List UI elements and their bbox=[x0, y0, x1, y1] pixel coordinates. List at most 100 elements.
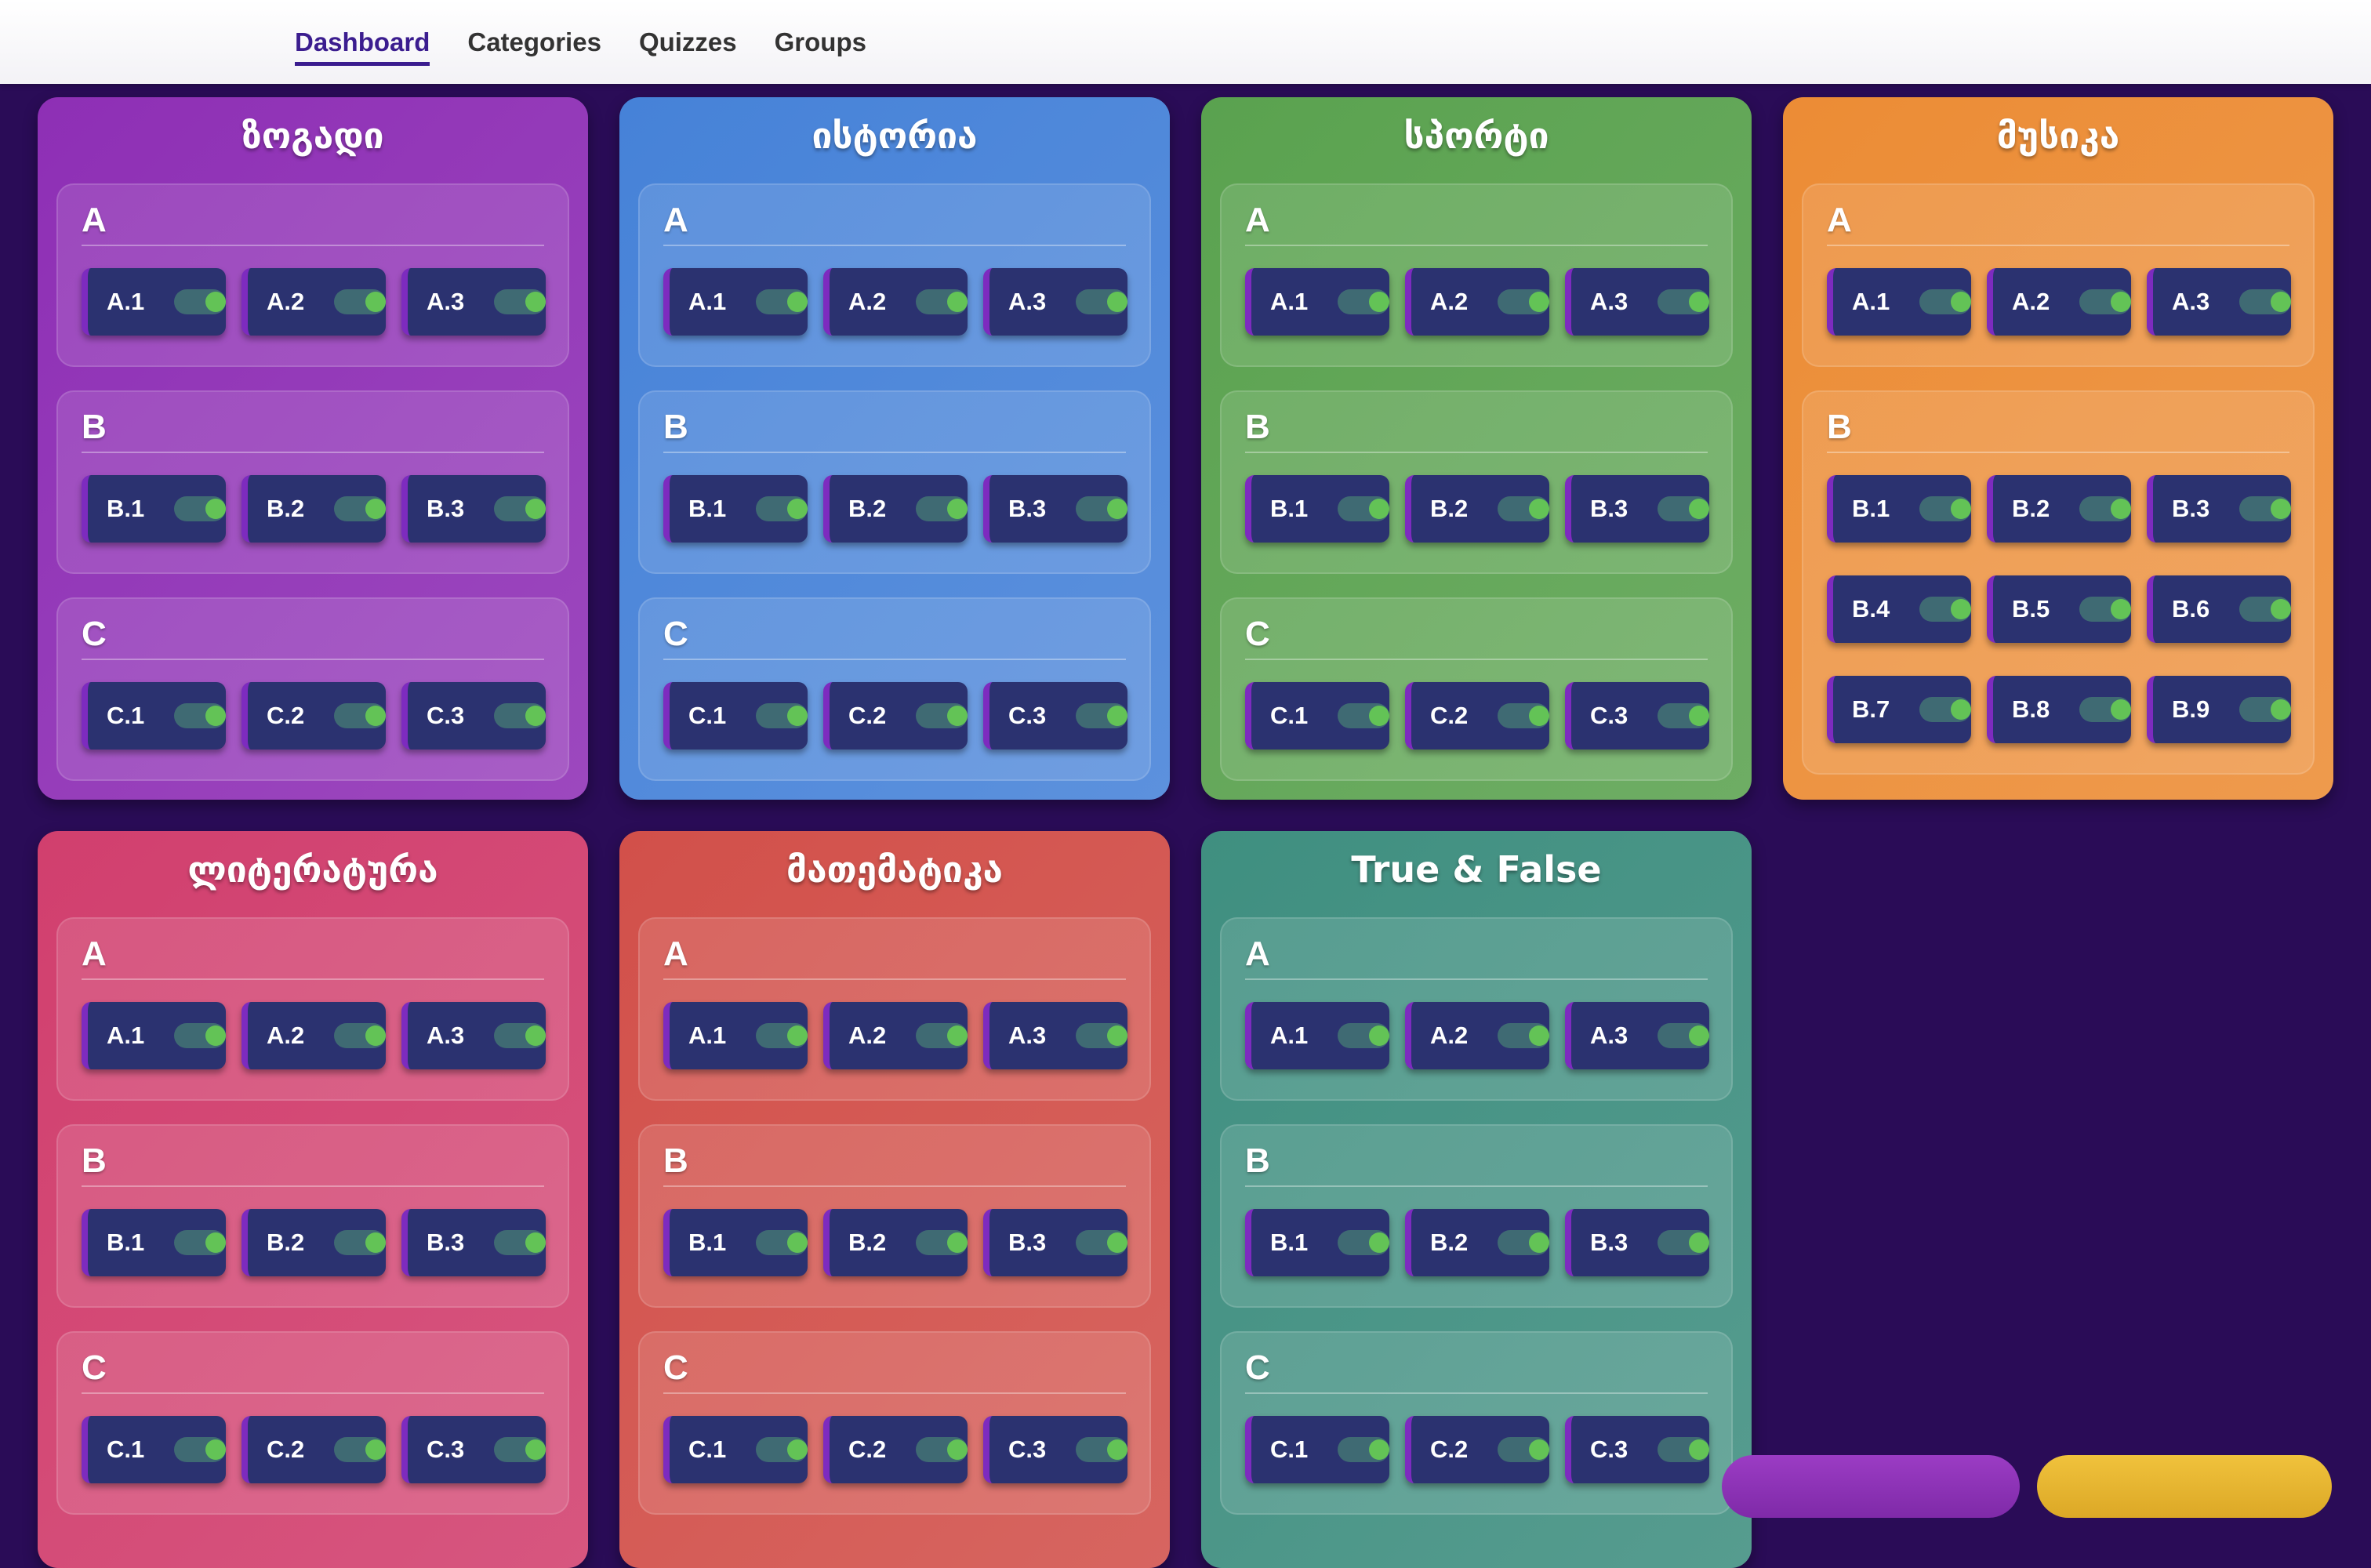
quiz-chip[interactable]: C.1 bbox=[1245, 682, 1389, 750]
enabled-toggle[interactable] bbox=[494, 703, 546, 728]
quiz-chip[interactable]: B.1 bbox=[1827, 475, 1971, 543]
quiz-chip[interactable]: B.1 bbox=[1245, 475, 1389, 543]
enabled-toggle[interactable] bbox=[174, 703, 226, 728]
quiz-chip[interactable]: B.3 bbox=[1565, 1209, 1709, 1276]
quiz-chip[interactable]: B.3 bbox=[401, 1209, 546, 1276]
quiz-chip[interactable]: A.2 bbox=[241, 268, 386, 336]
quiz-chip[interactable]: A.3 bbox=[983, 268, 1127, 336]
tab-categories[interactable]: Categories bbox=[467, 0, 601, 84]
enabled-toggle[interactable] bbox=[1658, 289, 1709, 314]
enabled-toggle[interactable] bbox=[1338, 496, 1389, 521]
quiz-chip[interactable]: A.3 bbox=[1565, 1002, 1709, 1069]
enabled-toggle[interactable] bbox=[1658, 703, 1709, 728]
enabled-toggle[interactable] bbox=[1338, 703, 1389, 728]
enabled-toggle[interactable] bbox=[756, 703, 808, 728]
quiz-chip[interactable]: C.1 bbox=[1245, 1416, 1389, 1483]
enabled-toggle[interactable] bbox=[916, 703, 968, 728]
yellow-fab-button[interactable] bbox=[2037, 1455, 2332, 1518]
enabled-toggle[interactable] bbox=[1076, 703, 1127, 728]
enabled-toggle[interactable] bbox=[174, 1437, 226, 1462]
quiz-chip[interactable]: B.4 bbox=[1827, 575, 1971, 643]
quiz-chip[interactable]: C.1 bbox=[663, 1416, 808, 1483]
purple-fab-button[interactable] bbox=[1722, 1455, 2020, 1518]
enabled-toggle[interactable] bbox=[1076, 289, 1127, 314]
enabled-toggle[interactable] bbox=[2079, 597, 2131, 622]
quiz-chip[interactable]: A.3 bbox=[401, 268, 546, 336]
enabled-toggle[interactable] bbox=[1498, 1023, 1549, 1048]
enabled-toggle[interactable] bbox=[2079, 697, 2131, 722]
enabled-toggle[interactable] bbox=[916, 289, 968, 314]
enabled-toggle[interactable] bbox=[494, 289, 546, 314]
enabled-toggle[interactable] bbox=[1919, 597, 1971, 622]
quiz-chip[interactable]: C.1 bbox=[82, 1416, 226, 1483]
quiz-chip[interactable]: B.3 bbox=[983, 475, 1127, 543]
quiz-chip[interactable]: C.3 bbox=[1565, 682, 1709, 750]
enabled-toggle[interactable] bbox=[2079, 496, 2131, 521]
quiz-chip[interactable]: B.2 bbox=[823, 475, 968, 543]
quiz-chip[interactable]: A.1 bbox=[82, 1002, 226, 1069]
quiz-chip[interactable]: A.2 bbox=[1405, 1002, 1549, 1069]
quiz-chip[interactable]: B.6 bbox=[2147, 575, 2291, 643]
enabled-toggle[interactable] bbox=[756, 1023, 808, 1048]
quiz-chip[interactable]: A.2 bbox=[823, 1002, 968, 1069]
enabled-toggle[interactable] bbox=[1338, 1437, 1389, 1462]
enabled-toggle[interactable] bbox=[1076, 496, 1127, 521]
quiz-chip[interactable]: A.2 bbox=[1987, 268, 2131, 336]
quiz-chip[interactable]: A.2 bbox=[1405, 268, 1549, 336]
enabled-toggle[interactable] bbox=[334, 496, 386, 521]
quiz-chip[interactable]: B.3 bbox=[2147, 475, 2291, 543]
quiz-chip[interactable]: A.2 bbox=[823, 268, 968, 336]
quiz-chip[interactable]: C.3 bbox=[401, 682, 546, 750]
quiz-chip[interactable]: A.1 bbox=[1245, 268, 1389, 336]
enabled-toggle[interactable] bbox=[494, 1437, 546, 1462]
quiz-chip[interactable]: C.2 bbox=[1405, 1416, 1549, 1483]
enabled-toggle[interactable] bbox=[334, 1230, 386, 1255]
quiz-chip[interactable]: B.2 bbox=[1405, 1209, 1549, 1276]
tab-quizzes[interactable]: Quizzes bbox=[639, 0, 737, 84]
enabled-toggle[interactable] bbox=[1076, 1437, 1127, 1462]
quiz-chip[interactable]: B.8 bbox=[1987, 676, 2131, 743]
quiz-chip[interactable]: B.3 bbox=[401, 475, 546, 543]
enabled-toggle[interactable] bbox=[1498, 496, 1549, 521]
enabled-toggle[interactable] bbox=[174, 289, 226, 314]
quiz-chip[interactable]: B.5 bbox=[1987, 575, 2131, 643]
enabled-toggle[interactable] bbox=[756, 1437, 808, 1462]
enabled-toggle[interactable] bbox=[2239, 697, 2291, 722]
quiz-chip[interactable]: B.1 bbox=[82, 1209, 226, 1276]
quiz-chip[interactable]: A.3 bbox=[2147, 268, 2291, 336]
tab-dashboard[interactable]: Dashboard bbox=[295, 0, 430, 84]
enabled-toggle[interactable] bbox=[1498, 1437, 1549, 1462]
quiz-chip[interactable]: B.2 bbox=[241, 475, 386, 543]
quiz-chip[interactable]: A.1 bbox=[1827, 268, 1971, 336]
enabled-toggle[interactable] bbox=[494, 1023, 546, 1048]
quiz-chip[interactable]: A.3 bbox=[983, 1002, 1127, 1069]
quiz-chip[interactable]: C.2 bbox=[241, 682, 386, 750]
enabled-toggle[interactable] bbox=[1658, 1437, 1709, 1462]
enabled-toggle[interactable] bbox=[1658, 1023, 1709, 1048]
quiz-chip[interactable]: B.1 bbox=[1245, 1209, 1389, 1276]
enabled-toggle[interactable] bbox=[2239, 289, 2291, 314]
enabled-toggle[interactable] bbox=[1498, 1230, 1549, 1255]
quiz-chip[interactable]: A.1 bbox=[663, 1002, 808, 1069]
quiz-chip[interactable]: A.3 bbox=[401, 1002, 546, 1069]
quiz-chip[interactable]: C.2 bbox=[241, 1416, 386, 1483]
quiz-chip[interactable]: B.2 bbox=[1987, 475, 2131, 543]
enabled-toggle[interactable] bbox=[1498, 703, 1549, 728]
quiz-chip[interactable]: A.2 bbox=[241, 1002, 386, 1069]
quiz-chip[interactable]: C.3 bbox=[983, 1416, 1127, 1483]
quiz-chip[interactable]: C.2 bbox=[1405, 682, 1549, 750]
quiz-chip[interactable]: B.1 bbox=[82, 475, 226, 543]
quiz-chip[interactable]: B.2 bbox=[241, 1209, 386, 1276]
enabled-toggle[interactable] bbox=[1919, 289, 1971, 314]
quiz-chip[interactable]: B.3 bbox=[1565, 475, 1709, 543]
enabled-toggle[interactable] bbox=[1076, 1230, 1127, 1255]
enabled-toggle[interactable] bbox=[2239, 496, 2291, 521]
quiz-chip[interactable]: B.1 bbox=[663, 1209, 808, 1276]
enabled-toggle[interactable] bbox=[756, 1230, 808, 1255]
enabled-toggle[interactable] bbox=[1919, 697, 1971, 722]
enabled-toggle[interactable] bbox=[1338, 289, 1389, 314]
enabled-toggle[interactable] bbox=[1076, 1023, 1127, 1048]
enabled-toggle[interactable] bbox=[1338, 1230, 1389, 1255]
enabled-toggle[interactable] bbox=[1658, 496, 1709, 521]
quiz-chip[interactable]: B.2 bbox=[1405, 475, 1549, 543]
